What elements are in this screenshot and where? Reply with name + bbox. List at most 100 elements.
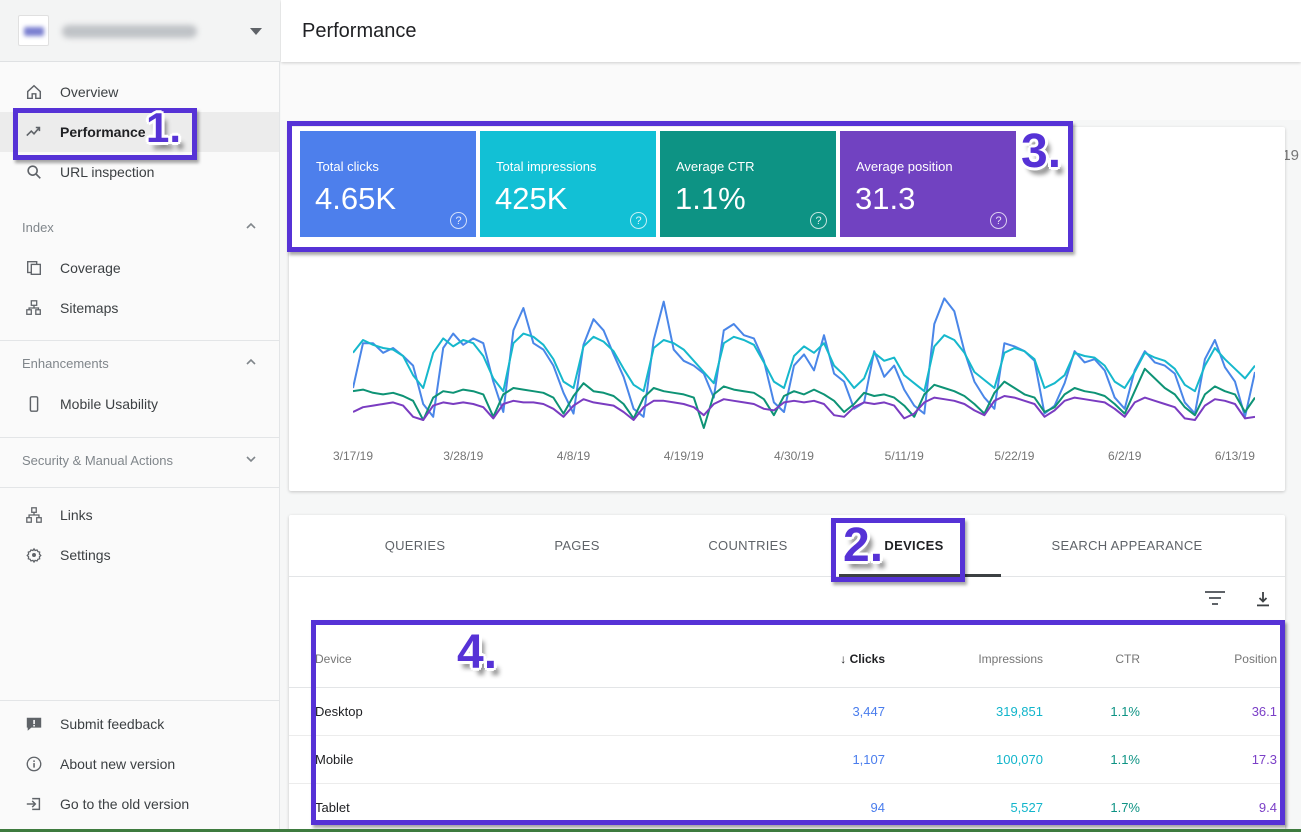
links-tree-icon — [24, 505, 44, 525]
tab-queries[interactable]: QUERIES — [385, 515, 446, 577]
page-title: Performance — [302, 0, 417, 62]
tab-search-appearance[interactable]: SEARCH APPEARANCE — [1051, 515, 1202, 577]
sidebar-item-label: About new version — [60, 756, 175, 772]
sort-desc-icon: ↓ — [840, 652, 846, 666]
metric-card-average-position[interactable]: Average position 31.3 ? — [840, 131, 1016, 237]
x-axis-label: 5/22/19 — [994, 449, 1034, 463]
sidebar-item-coverage[interactable]: Coverage — [0, 248, 279, 288]
help-icon[interactable]: ? — [990, 212, 1007, 229]
clicks-value: 1,107 — [765, 736, 885, 784]
table-filter-icon[interactable] — [1205, 591, 1225, 609]
metric-card-average-ctr[interactable]: Average CTR 1.1% ? — [660, 131, 836, 237]
sidebar-item-label: Overview — [60, 84, 118, 100]
x-axis-label: 3/28/19 — [443, 449, 483, 463]
divider — [0, 487, 279, 488]
trending-up-icon — [24, 122, 44, 142]
search-icon — [24, 162, 44, 182]
coverage-pages-icon — [24, 258, 44, 278]
site-logo — [18, 15, 49, 46]
sidebar-item-label: Links — [60, 507, 93, 523]
tab-pages[interactable]: PAGES — [554, 515, 599, 577]
smartphone-icon — [24, 394, 44, 414]
col-header-ctr[interactable]: CTR — [1060, 630, 1140, 688]
x-axis-label: 6/13/19 — [1215, 449, 1255, 463]
table-row-mobile[interactable]: Mobile 1,107 100,070 1.1% 17.3 — [289, 736, 1285, 784]
sidebar-section-index[interactable]: Index — [0, 208, 279, 246]
table-header-row: Device ↓ Clicks Impressions CTR Position — [289, 630, 1285, 688]
impressions-value: 5,527 — [913, 784, 1043, 832]
download-icon[interactable] — [1253, 589, 1273, 609]
clicks-value: 3,447 — [765, 688, 885, 736]
sitemap-tree-icon — [24, 298, 44, 318]
ctr-value: 1.1% — [1060, 688, 1140, 736]
metric-value: 4.65K — [315, 181, 396, 217]
site-name-blurred — [62, 25, 197, 38]
table-row-desktop[interactable]: Desktop 3,447 319,851 1.1% 36.1 — [289, 688, 1285, 736]
col-header-clicks[interactable]: ↓ Clicks — [765, 630, 885, 688]
ctr-value: 1.7% — [1060, 784, 1140, 832]
sidebar-item-old-version[interactable]: Go to the old version — [0, 784, 279, 824]
x-axis-label: 6/2/19 — [1108, 449, 1141, 463]
sidebar-item-performance[interactable]: Performance — [0, 112, 279, 152]
sidebar-item-overview[interactable]: Overview — [0, 72, 279, 112]
active-tab-indicator — [839, 574, 1001, 577]
sidebar-item-label: Coverage — [60, 260, 121, 276]
sidebar-section-enhancements[interactable]: Enhancements — [0, 344, 279, 382]
exit-to-app-icon — [24, 794, 44, 814]
help-icon[interactable]: ? — [450, 212, 467, 229]
sidebar-item-settings[interactable]: Settings — [0, 535, 279, 575]
chart-svg — [353, 270, 1255, 440]
performance-chart-card: Total clicks 4.65K ? Total impressions 4… — [289, 127, 1285, 491]
chevron-up-icon — [245, 356, 257, 368]
divider — [0, 437, 279, 438]
tabs-row: QUERIES PAGES COUNTRIES DEVICES SEARCH A… — [289, 515, 1285, 577]
tab-devices[interactable]: DEVICES — [884, 515, 943, 577]
site-selector[interactable] — [0, 0, 280, 62]
chevron-down-icon[interactable] — [250, 28, 262, 35]
sidebar-item-links[interactable]: Links — [0, 495, 279, 535]
impressions-value: 100,070 — [913, 736, 1043, 784]
tab-countries[interactable]: COUNTRIES — [708, 515, 787, 577]
impressions-value: 319,851 — [913, 688, 1043, 736]
sidebar-item-label: Mobile Usability — [60, 396, 158, 412]
x-axis-label: 4/30/19 — [774, 449, 814, 463]
help-icon[interactable]: ? — [630, 212, 647, 229]
filter-bar: Search type: Web Date: Last 3 months + N… — [281, 62, 1301, 120]
section-label: Enhancements — [22, 356, 109, 371]
metric-card-total-impressions[interactable]: Total impressions 425K ? — [480, 131, 656, 237]
x-axis-label: 4/8/19 — [557, 449, 590, 463]
help-icon[interactable]: ? — [810, 212, 827, 229]
sidebar-section-security-manual-actions[interactable]: Security & Manual Actions — [0, 441, 279, 479]
sidebar-item-sitemaps[interactable]: Sitemaps — [0, 288, 279, 328]
table-row-tablet[interactable]: Tablet 94 5,527 1.7% 9.4 — [289, 784, 1285, 832]
device-name: Mobile — [315, 736, 353, 784]
home-icon — [24, 82, 44, 102]
sidebar-item-about-new-version[interactable]: About new version — [0, 744, 279, 784]
x-axis-label: 3/17/19 — [333, 449, 373, 463]
sidebar-item-submit-feedback[interactable]: Submit feedback — [0, 704, 279, 744]
metric-label: Total impressions — [496, 159, 596, 174]
line-chart[interactable] — [353, 270, 1255, 440]
sidebar-item-label: Go to the old version — [60, 796, 189, 812]
sidebar-item-label: Submit feedback — [60, 716, 164, 732]
sidebar-item-url-inspection[interactable]: URL inspection — [0, 152, 279, 192]
col-header-position[interactable]: Position — [1187, 630, 1277, 688]
metric-card-total-clicks[interactable]: Total clicks 4.65K ? — [300, 131, 476, 237]
main-header: Performance — [281, 0, 1301, 62]
position-value: 17.3 — [1187, 736, 1277, 784]
sidebar-item-mobile-usability[interactable]: Mobile Usability — [0, 384, 279, 424]
divider — [0, 700, 279, 701]
device-name: Tablet — [315, 784, 350, 832]
sidebar-item-label: Performance — [60, 124, 146, 140]
chart-line-clicks — [353, 298, 1255, 416]
metric-value: 425K — [495, 181, 567, 217]
x-axis-labels: 3/17/193/28/194/8/194/19/194/30/195/11/1… — [353, 449, 1255, 465]
section-label: Security & Manual Actions — [22, 453, 173, 468]
gear-icon — [24, 545, 44, 565]
sidebar-item-label: Settings — [60, 547, 111, 563]
col-header-device[interactable]: Device — [315, 630, 352, 688]
chart-line-ctr — [353, 369, 1255, 428]
col-header-impressions[interactable]: Impressions — [913, 630, 1043, 688]
chevron-down-icon — [245, 453, 257, 465]
dimensions-table-card: QUERIES PAGES COUNTRIES DEVICES SEARCH A… — [289, 515, 1285, 832]
